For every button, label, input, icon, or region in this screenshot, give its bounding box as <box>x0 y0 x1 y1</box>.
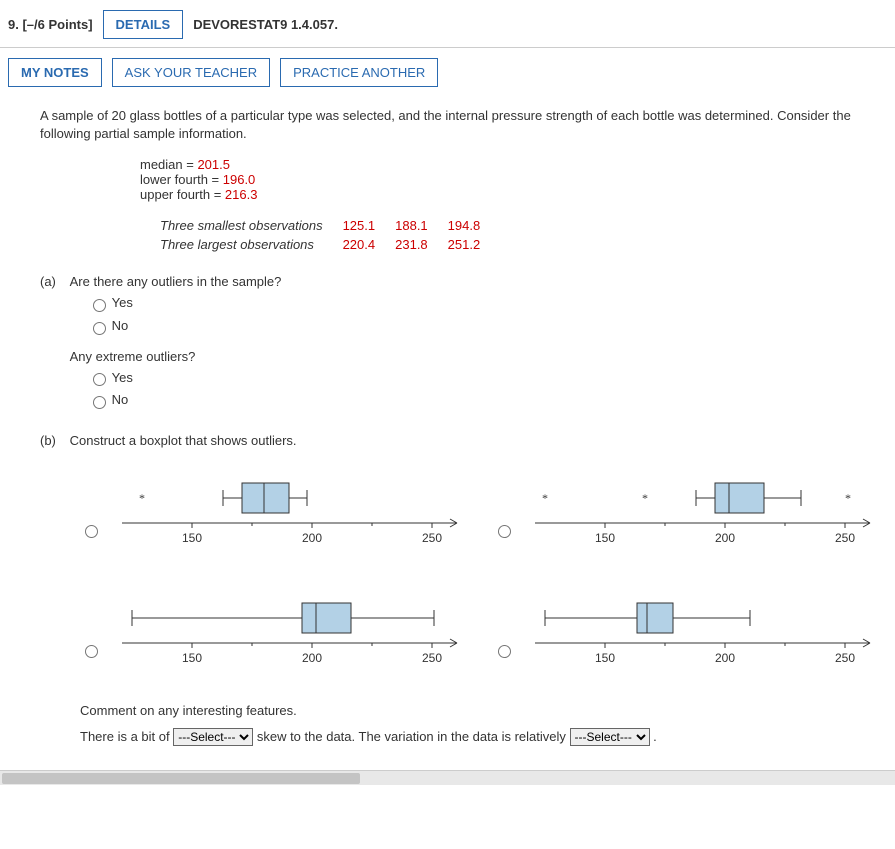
svg-text:150: 150 <box>594 651 614 665</box>
variation-select[interactable]: ---Select--- <box>570 728 650 746</box>
boxplot-option-4[interactable] <box>498 645 511 658</box>
svg-text:200: 200 <box>714 531 734 545</box>
reference: DEVORESTAT9 1.4.057. <box>193 17 338 32</box>
horizontal-scrollbar[interactable] <box>0 770 895 785</box>
comment-text-3: . <box>653 729 657 744</box>
part-b-q: Construct a boxplot that shows outliers. <box>70 433 297 448</box>
svg-text:*: * <box>542 491 548 505</box>
svg-text:*: * <box>642 491 648 505</box>
outliers-no[interactable]: No <box>88 318 129 333</box>
svg-text:*: * <box>139 491 145 505</box>
part-a-q2: Any extreme outliers? <box>70 349 282 364</box>
tick-250: 250 <box>422 523 442 545</box>
boxplot-3: 150 200 250 <box>112 588 462 678</box>
comment-text-2: skew to the data. The variation in the d… <box>257 729 570 744</box>
extreme-no[interactable]: No <box>88 392 129 407</box>
question-number: 9. <box>8 17 19 32</box>
svg-text:200: 200 <box>714 651 734 665</box>
boxplot-option-1[interactable] <box>85 525 98 538</box>
part-a-q1: Are there any outliers in the sample? <box>70 274 282 289</box>
practice-another-button[interactable]: PRACTICE ANOTHER <box>280 58 438 87</box>
points: [–/6 Points] <box>22 17 92 32</box>
part-a-label: (a) <box>40 274 66 289</box>
extreme-yes[interactable]: Yes <box>88 370 133 385</box>
problem-statement: A sample of 20 glass bottles of a partic… <box>40 107 875 143</box>
svg-text:200: 200 <box>302 651 322 665</box>
svg-text:200: 200 <box>302 531 322 545</box>
sample-stats: median = 201.5 lower fourth = 196.0 uppe… <box>140 157 875 202</box>
svg-text:150: 150 <box>594 531 614 545</box>
skew-select[interactable]: ---Select--- <box>173 728 253 746</box>
boxplot-option-2[interactable] <box>498 525 511 538</box>
observations-table: Three smallest observations 125.1 188.1 … <box>150 216 490 254</box>
part-b-label: (b) <box>40 433 66 448</box>
svg-text:250: 250 <box>422 651 442 665</box>
tick-200: 200 <box>302 523 322 545</box>
outliers-yes[interactable]: Yes <box>88 295 133 310</box>
comment-text-1: There is a bit of <box>80 729 173 744</box>
ask-teacher-button[interactable]: ASK YOUR TEACHER <box>112 58 270 87</box>
svg-text:*: * <box>845 491 851 505</box>
boxplot-2: 150 200 250 * * * <box>525 468 875 558</box>
svg-text:250: 250 <box>834 531 854 545</box>
details-button[interactable]: DETAILS <box>103 10 184 39</box>
svg-text:150: 150 <box>182 651 202 665</box>
boxplot-1: 150 200 250 * <box>112 468 462 558</box>
svg-text:250: 250 <box>422 531 442 545</box>
boxplot-4: 150 200 250 <box>525 588 875 678</box>
tick-150: 150 <box>182 523 202 545</box>
comment-prompt: Comment on any interesting features. <box>80 698 875 724</box>
svg-text:250: 250 <box>834 651 854 665</box>
my-notes-button[interactable]: MY NOTES <box>8 58 102 87</box>
svg-text:150: 150 <box>182 531 202 545</box>
boxplot-option-3[interactable] <box>85 645 98 658</box>
